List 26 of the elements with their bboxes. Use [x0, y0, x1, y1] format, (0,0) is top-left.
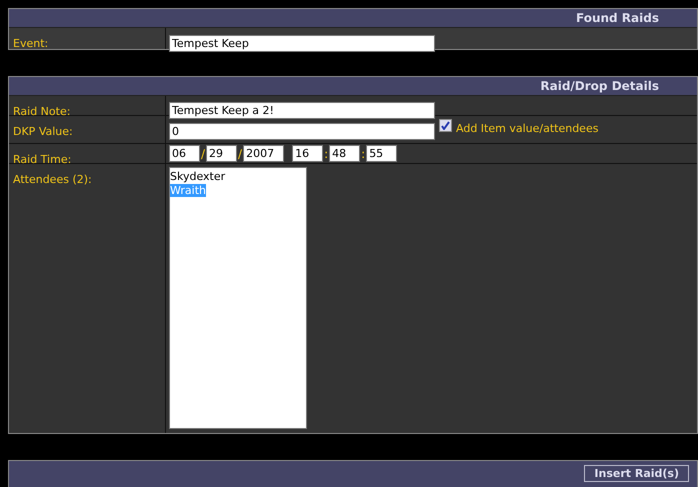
- separator: :: [360, 146, 366, 163]
- event-field[interactable]: Tempest Keep: [169, 35, 435, 52]
- checkbox[interactable]: [439, 119, 452, 132]
- separator: /: [200, 146, 206, 163]
- dkp-value-field[interactable]: 0: [169, 123, 435, 140]
- hour-field[interactable]: 16: [292, 145, 324, 162]
- raid-note-field[interactable]: Tempest Keep a 2!: [169, 102, 435, 119]
- check-icon: [441, 121, 450, 130]
- field-label: Attendees (2):: [13, 173, 92, 186]
- separator: :: [323, 146, 330, 163]
- separator: /: [237, 146, 244, 163]
- section-header: Found Raids: [9, 9, 697, 28]
- attendees-list[interactable]: Skydexter Wraith: [169, 167, 307, 429]
- field-label: Raid Time:: [13, 153, 72, 166]
- checkbox-label: Add Item value/attendees: [456, 121, 598, 137]
- field-label: Raid Note:: [13, 105, 70, 118]
- second-field[interactable]: 55: [366, 145, 398, 162]
- field-label: Event:: [13, 37, 48, 50]
- insert-raids-button[interactable]: Insert Raid(s): [584, 465, 689, 482]
- attendee-item[interactable]: Skydexter: [170, 170, 226, 183]
- year-field[interactable]: 2007: [243, 145, 284, 162]
- field-label: DKP Value:: [13, 125, 73, 138]
- month-field[interactable]: 06: [169, 145, 200, 162]
- day-field[interactable]: 29: [206, 145, 238, 162]
- minute-field[interactable]: 48: [329, 145, 360, 162]
- section-header: Raid/Drop Details: [9, 77, 697, 96]
